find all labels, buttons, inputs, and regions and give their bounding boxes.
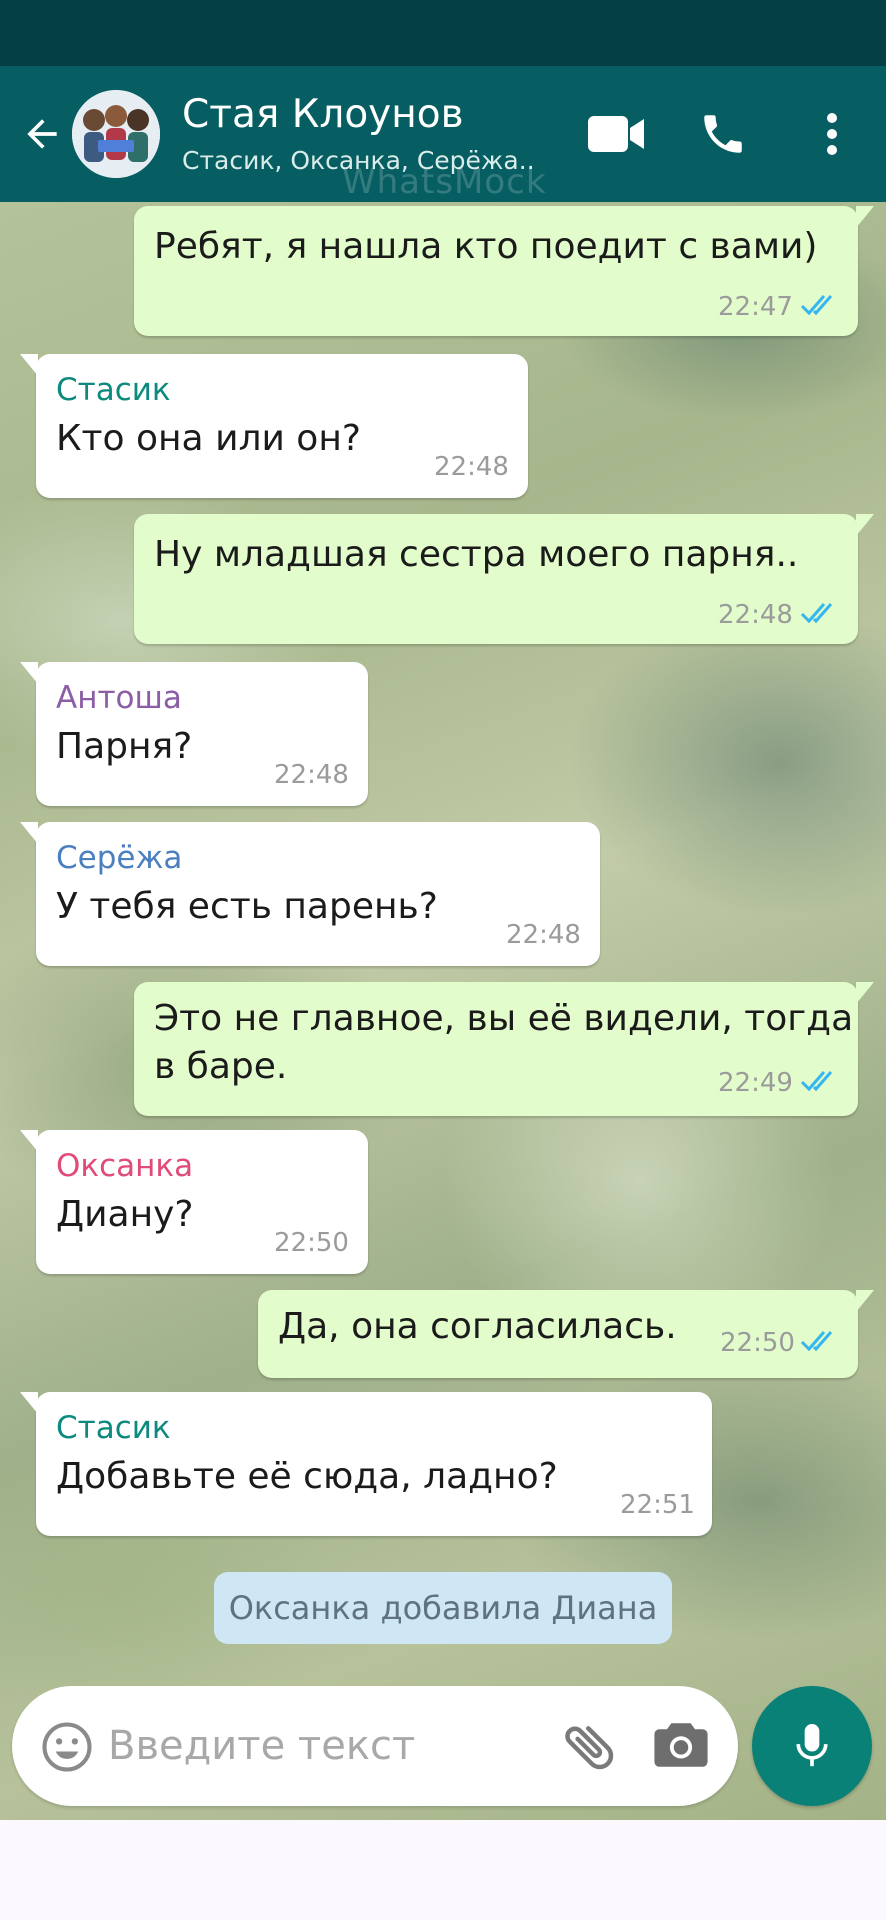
video-call-button[interactable] xyxy=(580,106,652,162)
message-time: 22:49 xyxy=(718,1068,793,1098)
message-bubble-incoming[interactable]: Антоша Парня? 22:48 xyxy=(20,662,368,806)
message-bubble-incoming[interactable]: Стасик Кто она или он? 22:48 xyxy=(20,354,528,498)
message-bubble-outgoing[interactable]: Ребят, я нашла кто поедит с вами) 22:47 xyxy=(134,206,874,336)
double-check-icon xyxy=(800,295,833,316)
message-time: 22:48 xyxy=(434,452,509,482)
message-sender: Серёжа xyxy=(56,840,183,876)
bubble-tail xyxy=(856,514,874,536)
system-message: Оксанка добавила Диана xyxy=(214,1572,672,1644)
watermark: WhatsMock xyxy=(342,162,547,202)
message-input[interactable] xyxy=(108,1716,538,1776)
message-bubble-outgoing[interactable]: Да, она согласилась. 22:50 xyxy=(258,1290,874,1378)
double-check-icon xyxy=(800,1331,833,1352)
message-text: Диану? xyxy=(56,1194,194,1235)
message-sender: Антоша xyxy=(56,680,182,716)
back-button[interactable] xyxy=(16,106,68,162)
message-text: Добавьте её сюда, ладно? xyxy=(56,1456,558,1497)
bubble-tail xyxy=(20,822,38,844)
message-text: У тебя есть парень? xyxy=(56,886,438,927)
bubble-tail xyxy=(20,1130,38,1152)
message-text: Кто она или он? xyxy=(56,418,361,459)
message-text: Да, она согласилась. xyxy=(278,1306,677,1347)
emoji-icon xyxy=(42,1722,92,1772)
message-text: Ребят, я нашла кто поедит с вами) xyxy=(154,226,818,267)
chat-title[interactable]: Стая Клоунов xyxy=(182,92,464,137)
camera-icon xyxy=(654,1723,708,1767)
message-text: Парня? xyxy=(56,726,193,767)
message-bubble-incoming[interactable]: Стасик Добавьте её сюда, ладно? 22:51 xyxy=(20,1392,712,1536)
voice-record-button[interactable] xyxy=(752,1686,872,1806)
message-bubble-outgoing[interactable]: Ну младшая сестра моего парня.. 22:48 xyxy=(134,514,874,644)
message-bubble-incoming[interactable]: Серёжа У тебя есть парень? 22:48 xyxy=(20,822,600,966)
emoji-button[interactable] xyxy=(40,1720,94,1774)
chat-header: Стая Клоунов Стасик, Оксанка, Серёжа.. W… xyxy=(0,66,886,202)
message-time: 22:51 xyxy=(620,1490,695,1520)
more-options-button[interactable] xyxy=(808,106,856,162)
system-navigation-area xyxy=(0,1820,886,1920)
status-bar xyxy=(0,0,886,66)
double-check-icon xyxy=(800,603,833,624)
voice-call-button[interactable] xyxy=(690,106,756,162)
message-text: Ну младшая сестра моего парня.. xyxy=(154,534,799,575)
message-time: 22:50 xyxy=(274,1228,349,1258)
message-bubble-outgoing[interactable]: Это не главное, вы её видели, тогда в ба… xyxy=(134,982,874,1116)
video-camera-icon xyxy=(588,116,644,152)
message-bubble-incoming[interactable]: Оксанка Диану? 22:50 xyxy=(20,1130,368,1274)
message-text-line-2: в баре. xyxy=(154,1046,288,1087)
bubble-tail xyxy=(20,1392,38,1414)
group-avatar[interactable] xyxy=(72,90,160,178)
microphone-icon xyxy=(796,1724,828,1767)
message-sender: Стасик xyxy=(56,1410,171,1446)
bubble-tail xyxy=(20,354,38,376)
double-check-icon xyxy=(800,1071,833,1092)
back-arrow-icon xyxy=(27,119,57,149)
message-time: 22:50 xyxy=(720,1328,795,1358)
message-time: 22:48 xyxy=(274,760,349,790)
bubble-tail xyxy=(20,662,38,684)
phone-icon xyxy=(704,115,742,153)
message-time: 22:48 xyxy=(506,920,581,950)
message-sender: Оксанка xyxy=(56,1148,194,1184)
camera-button[interactable] xyxy=(652,1718,712,1774)
bubble-tail xyxy=(856,206,874,228)
more-vertical-icon xyxy=(827,113,837,155)
message-input-bar xyxy=(12,1686,738,1806)
attach-button[interactable] xyxy=(560,1716,620,1776)
message-time: 22:47 xyxy=(718,292,793,322)
bubble-tail xyxy=(856,982,874,1004)
group-avatar-image xyxy=(72,90,160,178)
message-sender: Стасик xyxy=(56,372,171,408)
message-text-line-1: Это не главное, вы её видели, тогда xyxy=(154,998,854,1039)
message-time: 22:48 xyxy=(718,600,793,630)
bubble-tail xyxy=(856,1290,874,1312)
paperclip-icon xyxy=(565,1726,614,1770)
